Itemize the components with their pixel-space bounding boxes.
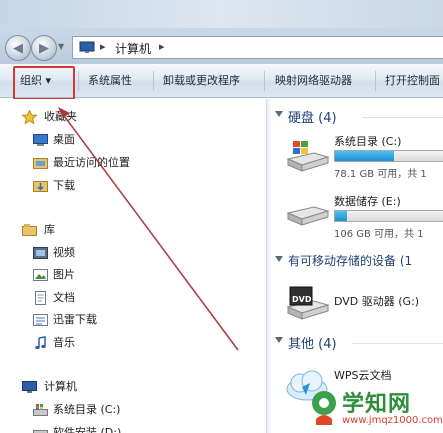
nav-music[interactable]: 音乐 [33, 334, 263, 352]
collapse-arrow-icon[interactable] [275, 111, 283, 117]
system-properties-button[interactable]: 系统属性 [88, 64, 132, 98]
window-frame-top [0, 0, 443, 28]
drive-e-usage-bar [334, 210, 443, 222]
watermark-url: www.jmqz1000.com [342, 415, 443, 426]
drive-c-usage-bar [334, 150, 443, 162]
drive-icon [33, 430, 48, 433]
music-note-icon [35, 336, 46, 350]
address-separator[interactable]: ▸ [159, 40, 165, 53]
drive-e-free-space: 106 GB 可用，共 1 [334, 229, 424, 240]
windows-drive-icon [33, 404, 48, 416]
nav-downloads[interactable]: 下载 [33, 177, 263, 195]
computer-icon [22, 381, 37, 393]
nav-videos-label: 视频 [53, 246, 75, 259]
nav-libraries[interactable]: 库 [22, 221, 262, 239]
removable-header-label: 有可移动存储的设备 (1 [288, 254, 413, 268]
address-path-computer[interactable]: 计算机 [115, 40, 151, 57]
back-button[interactable]: ◀ [5, 35, 31, 61]
nav-system-drive-label: 系统目录 (C:) [53, 403, 121, 416]
nav-videos[interactable]: 视频 [33, 244, 263, 262]
nav-pictures[interactable]: 图片 [33, 266, 263, 284]
nav-software-drive[interactable]: 软件安装 (D:) [33, 424, 263, 433]
nav-downloads-label: 下载 [53, 179, 75, 192]
address-bar[interactable]: ▸ 计算机 ▸ [72, 36, 443, 59]
toolbar-separator [153, 71, 154, 91]
recent-places-icon [33, 158, 48, 169]
forward-button[interactable]: ▶ [31, 35, 57, 61]
back-arrow-icon: ◀ [13, 40, 23, 56]
address-separator[interactable]: ▸ [100, 40, 106, 53]
pictures-icon [33, 269, 48, 281]
nav-documents[interactable]: 文档 [33, 289, 263, 307]
organize-highlight-box [13, 66, 75, 100]
toolbar-separator [375, 71, 376, 91]
nav-favorites[interactable]: 收藏夹 [22, 108, 262, 126]
group-divider [362, 117, 443, 118]
hard-drives-group-header[interactable]: 硬盘 (4) [272, 107, 443, 127]
downloads-folder-icon [33, 181, 48, 192]
nav-recent-places[interactable]: 最近访问的位置 [33, 154, 263, 172]
nav-favorites-label: 收藏夹 [44, 110, 77, 123]
desktop-icon [33, 134, 48, 146]
wps-cloud-docs-name: WPS云文档 [334, 369, 392, 382]
nav-thunder-downloads-label: 迅雷下载 [53, 313, 97, 326]
nav-system-drive[interactable]: 系统目录 (C:) [33, 401, 263, 419]
nav-computer[interactable]: 计算机 [22, 378, 262, 396]
windows-drive-icon [286, 141, 330, 172]
watermark-logo-icon [312, 391, 336, 425]
nav-desktop[interactable]: 桌面 [33, 131, 263, 149]
removable-group-header[interactable]: 有可移动存储的设备 (1 [272, 252, 443, 272]
computer-icon [79, 41, 95, 53]
nav-software-drive-label: 软件安装 (D:) [53, 426, 122, 433]
star-icon [22, 110, 37, 124]
drive-c-name: 系统目录 (C:) [334, 135, 402, 148]
nav-documents-label: 文档 [53, 291, 75, 304]
dvd-logo-text: DVD [292, 295, 312, 304]
documents-icon [35, 291, 46, 305]
toolbar-separator [264, 71, 265, 91]
title-bar: ◀ ▶ ▼ ▸ 计算机 ▸ [0, 0, 443, 64]
drive-c[interactable]: 系统目录 (C:) 78.1 GB 可用，共 1 [272, 133, 443, 183]
nav-libraries-label: 库 [44, 223, 55, 236]
forward-arrow-icon: ▶ [39, 40, 49, 56]
navigation-pane: 收藏夹 桌面 最近访问的位置 下载 库 视频 图片 文档 迅雷下载 音乐 计算机… [0, 99, 266, 433]
thunder-downloads-icon [33, 314, 48, 326]
recent-pages-dropdown-icon[interactable]: ▼ [58, 42, 64, 51]
group-divider [352, 343, 443, 344]
nav-recent-places-label: 最近访问的位置 [53, 156, 130, 169]
nav-music-label: 音乐 [53, 336, 75, 349]
drive-dvd[interactable]: DVD DVD 驱动器 (G:) [272, 279, 443, 329]
collapse-arrow-icon[interactable] [275, 337, 283, 343]
hard-drives-header-label: 硬盘 (4) [288, 111, 337, 126]
nav-computer-label: 计算机 [44, 380, 77, 393]
nav-pictures-label: 图片 [53, 268, 75, 281]
drive-e-usage-fill [335, 211, 347, 221]
drive-c-free-space: 78.1 GB 可用，共 1 [334, 169, 427, 180]
watermark: 学知网 www.jmqz1000.com [308, 385, 443, 433]
toolbar-separator [78, 71, 79, 91]
nav-desktop-label: 桌面 [53, 133, 75, 146]
nav-thunder-downloads[interactable]: 迅雷下载 [33, 311, 263, 329]
watermark-text: 学知网 [342, 392, 412, 417]
map-network-drive-button[interactable]: 映射网络驱动器 [275, 64, 352, 98]
other-header-label: 其他 (4) [288, 337, 337, 352]
drive-e[interactable]: 数据储存 (E:) 106 GB 可用，共 1 [272, 193, 443, 243]
drive-e-name: 数据储存 (E:) [334, 195, 401, 208]
collapse-arrow-icon[interactable] [275, 256, 283, 262]
drive-c-usage-fill [335, 151, 394, 161]
uninstall-program-button[interactable]: 卸载或更改程序 [163, 64, 240, 98]
videos-icon [33, 247, 48, 259]
content-pane: 硬盘 (4) 系统目录 (C:) 78.1 GB 可用，共 1 数据储存 (E:… [272, 99, 443, 433]
open-control-panel-button[interactable]: 打开控制面 [385, 64, 440, 98]
dvd-drive-name: DVD 驱动器 (G:) [334, 295, 420, 308]
other-group-header[interactable]: 其他 (4) [272, 333, 443, 353]
drive-icon [286, 206, 330, 226]
library-icon [22, 224, 37, 236]
